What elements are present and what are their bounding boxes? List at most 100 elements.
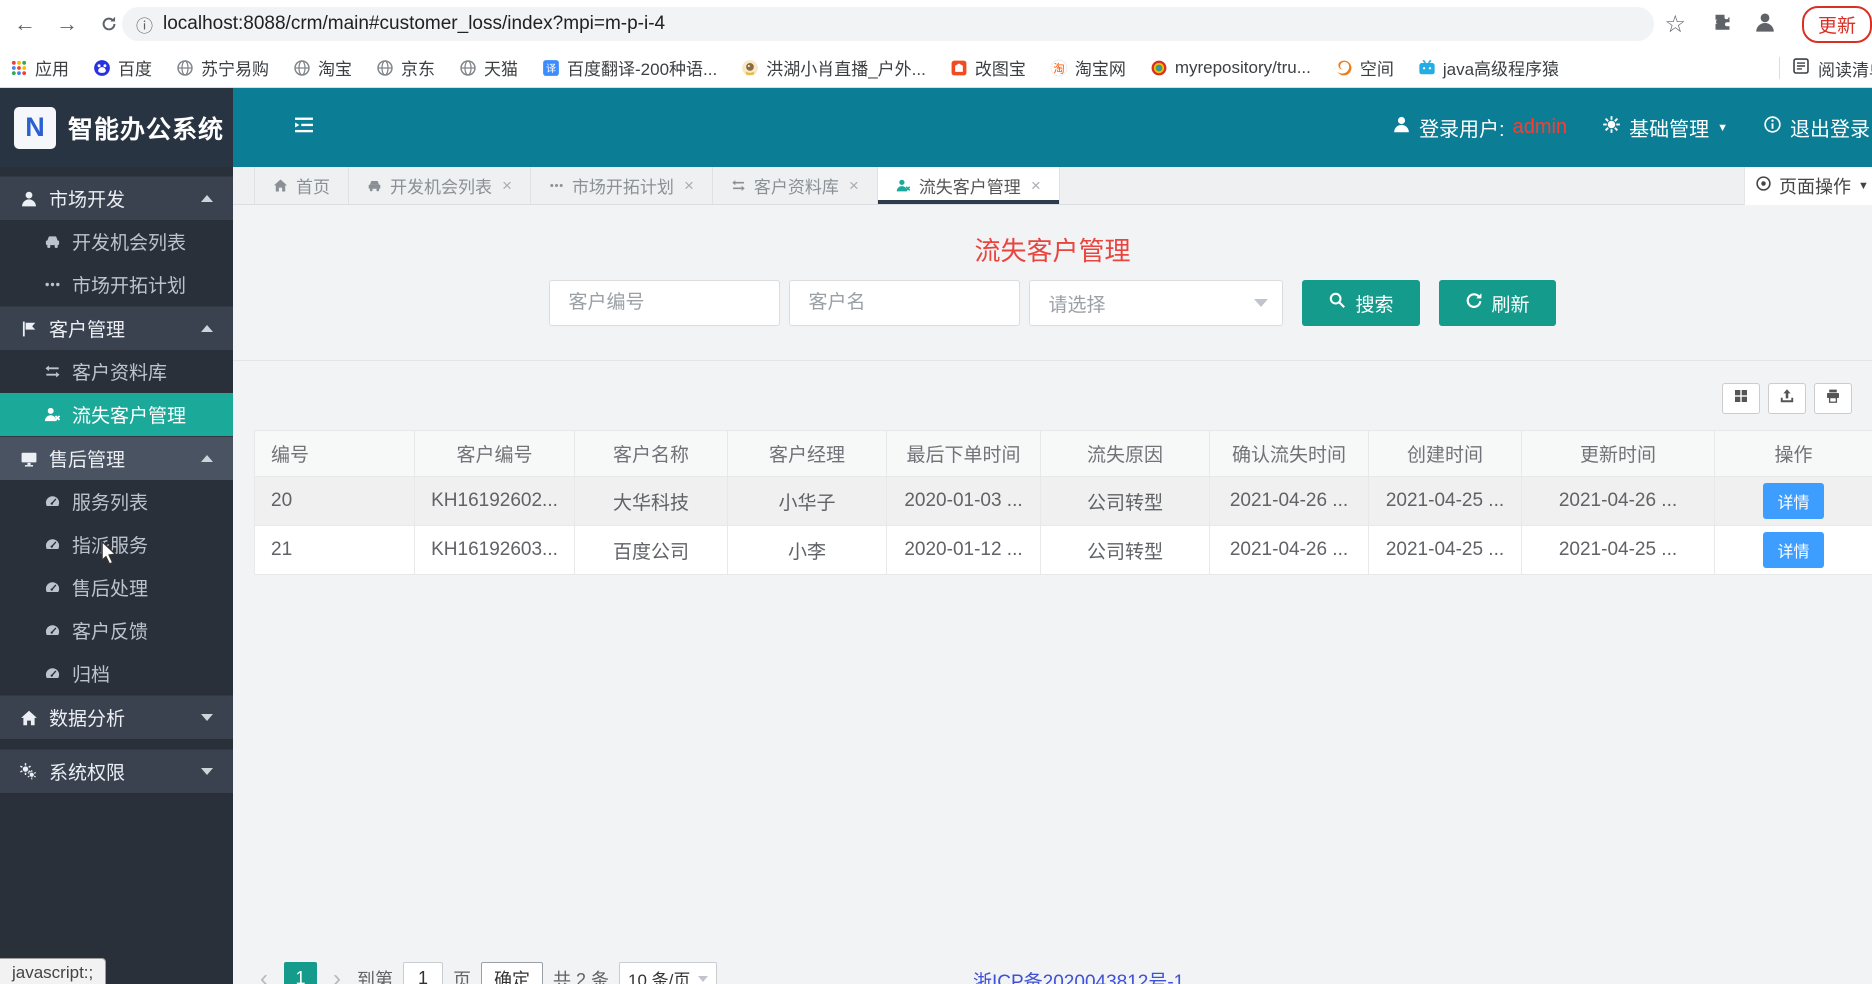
tab-label: 客户资料库 bbox=[753, 178, 839, 197]
sidebar-item-customer-database[interactable]: 客户资料库 bbox=[0, 350, 233, 393]
search-button[interactable]: 搜索 bbox=[1302, 280, 1420, 326]
bookmark-jd[interactable]: 京东 bbox=[376, 55, 435, 80]
desktop-icon bbox=[20, 450, 38, 468]
sidebar-item-label: 服务列表 bbox=[72, 493, 149, 514]
page-jump-input[interactable] bbox=[403, 962, 443, 984]
chevron-up-icon bbox=[201, 195, 213, 202]
address-bar[interactable]: ⓘ localhost:8088/crm/main#customer_loss/… bbox=[122, 7, 1654, 41]
bookmark-suning[interactable]: 苏宁易购 bbox=[176, 55, 269, 80]
sidebar-toggle-icon[interactable] bbox=[293, 114, 315, 141]
sidebar-item-opportunity-list[interactable]: 开发机会列表 bbox=[0, 220, 233, 263]
table-cell: 2021-04-25 ... bbox=[1368, 476, 1522, 526]
globe-icon bbox=[293, 59, 311, 77]
tab-opportunity-list[interactable]: 开发机会列表 × bbox=[349, 167, 531, 204]
main-content: 流失客户管理 请选择 搜索 刷新 bbox=[233, 205, 1872, 984]
icp-link[interactable]: 浙ICP备2020043812号-1 bbox=[973, 967, 1184, 984]
sidebar-item-customer-management[interactable]: 客户管理 bbox=[0, 306, 233, 350]
mouse-cursor bbox=[101, 540, 118, 566]
print-button[interactable] bbox=[1814, 383, 1852, 414]
sidebar-item-market-plan[interactable]: 市场开拓计划 bbox=[0, 263, 233, 306]
bookmark-baidu-translate[interactable]: 译百度翻译-200种语... bbox=[542, 55, 717, 80]
sidebar-item-system-permissions[interactable]: 系统权限 bbox=[0, 749, 233, 793]
loss-reason-select[interactable]: 请选择 bbox=[1029, 280, 1284, 326]
table-cell: 2021-04-25 ... bbox=[1521, 525, 1715, 575]
sidebar-item-label: 流失客户管理 bbox=[72, 406, 187, 427]
tab-home[interactable]: 首页 bbox=[254, 167, 349, 204]
tab-label: 开发机会列表 bbox=[390, 178, 492, 197]
bookmark-java-programmer[interactable]: java高级程序猿 bbox=[1418, 55, 1559, 80]
chrome-update-button[interactable]: 更新 bbox=[1801, 5, 1872, 43]
tab-customer-database[interactable]: 客户资料库 × bbox=[713, 167, 878, 204]
gauge-icon bbox=[44, 622, 61, 639]
export-button[interactable] bbox=[1768, 383, 1806, 414]
divider bbox=[233, 360, 1872, 361]
bookmarks-bar-items: 应用 百度 苏宁易购 淘宝 京东 天猫 译百度翻译-200种语... 洪湖小肖直播_户外...… bbox=[10, 55, 1583, 80]
app-logo: N 智能办公系统 bbox=[0, 88, 233, 167]
card-view-button[interactable] bbox=[1722, 383, 1760, 414]
close-icon[interactable]: × bbox=[502, 176, 512, 196]
sidebar-item-label: 售后管理 bbox=[49, 450, 126, 471]
tab-label: 市场开拓计划 bbox=[571, 178, 674, 197]
sidebar-item-label: 市场开拓计划 bbox=[72, 276, 187, 297]
rings-icon bbox=[1150, 59, 1168, 77]
column-header: 客户经理 bbox=[727, 430, 887, 477]
site-info-icon[interactable]: ⓘ bbox=[136, 12, 153, 37]
exchange-icon bbox=[731, 178, 746, 193]
sidebar-item-aftersales-handling[interactable]: 售后处理 bbox=[0, 566, 233, 609]
customer-no-input[interactable] bbox=[549, 280, 781, 326]
app-title: 智能办公系统 bbox=[68, 115, 225, 144]
tab-market-plan[interactable]: 市场开拓计划 × bbox=[531, 167, 713, 204]
bookmark-apps[interactable]: 应用 bbox=[10, 55, 69, 80]
reload-icon[interactable] bbox=[92, 7, 126, 41]
table-cell: 2020-01-03 ... bbox=[886, 476, 1041, 526]
sidebar-item-data-analysis[interactable]: 数据分析 bbox=[0, 695, 233, 739]
detail-button[interactable]: 详情 bbox=[1763, 483, 1824, 519]
close-icon[interactable]: × bbox=[1031, 176, 1041, 196]
paw-icon bbox=[93, 59, 111, 77]
sidebar-item-customer-feedback[interactable]: 客户反馈 bbox=[0, 609, 233, 652]
bookmark-taobao[interactable]: 淘宝 bbox=[293, 55, 352, 80]
column-header: 确认流失时间 bbox=[1209, 430, 1369, 477]
extensions-icon[interactable] bbox=[1712, 12, 1732, 37]
bookmark-tmall[interactable]: 天猫 bbox=[459, 55, 518, 80]
reading-list-button[interactable]: 阅读清单 bbox=[1792, 56, 1872, 81]
close-icon[interactable]: × bbox=[684, 176, 694, 196]
export-icon bbox=[1779, 388, 1795, 409]
refresh-button[interactable]: 刷新 bbox=[1438, 280, 1556, 326]
close-icon[interactable]: × bbox=[849, 176, 859, 196]
bookmark-baidu[interactable]: 百度 bbox=[93, 55, 152, 80]
confirm-button[interactable]: 确定 bbox=[481, 962, 543, 984]
search-button-label: 搜索 bbox=[1355, 294, 1394, 316]
logout-button[interactable]: 退出登录 bbox=[1763, 113, 1870, 142]
sidebar-item-archive[interactable]: 归档 bbox=[0, 652, 233, 695]
globe-icon bbox=[376, 59, 394, 77]
bookmark-taobao-net[interactable]: 淘淘宝网 bbox=[1050, 55, 1126, 80]
sidebar-item-service-list[interactable]: 服务列表 bbox=[0, 480, 233, 523]
page-operations-button[interactable]: 页面操作 ▼ bbox=[1744, 167, 1872, 205]
jump-label: 到第 bbox=[357, 969, 393, 984]
browser-toolbar: ← → ⓘ localhost:8088/crm/main#customer_l… bbox=[0, 0, 1872, 48]
tab-lost-customer-management[interactable]: 流失客户管理 × bbox=[877, 167, 1060, 204]
sidebar-item-aftersales-management[interactable]: 售后管理 bbox=[0, 436, 233, 480]
bookmark-qzone[interactable]: 空间 bbox=[1335, 55, 1394, 80]
bookmark-star-icon[interactable]: ☆ bbox=[1664, 10, 1686, 39]
bookmark-honghu-live[interactable]: 洪湖小肖直播_户外... bbox=[741, 55, 926, 80]
prev-page-icon[interactable]: ‹ bbox=[254, 965, 274, 984]
forward-icon[interactable]: → bbox=[50, 7, 84, 41]
sidebar-item-label: 售后处理 bbox=[72, 579, 149, 600]
tv-icon bbox=[1418, 59, 1436, 77]
detail-button[interactable]: 详情 bbox=[1763, 532, 1824, 568]
sidebar-item-lost-customer-management[interactable]: 流失客户管理 bbox=[0, 393, 233, 436]
next-page-icon[interactable]: › bbox=[327, 965, 347, 984]
bookmark-myrepository[interactable]: myrepository/tru... bbox=[1150, 58, 1311, 78]
customer-name-input[interactable] bbox=[789, 280, 1021, 326]
profile-avatar-icon[interactable] bbox=[1754, 11, 1776, 38]
column-header: 最后下单时间 bbox=[886, 430, 1041, 477]
page-number-button[interactable]: 1 bbox=[284, 962, 317, 984]
bookmark-gaitubao[interactable]: 改图宝 bbox=[950, 55, 1026, 80]
page-size-select[interactable]: 10 条/页 bbox=[619, 962, 718, 984]
sidebar-item-market-development[interactable]: 市场开发 bbox=[0, 176, 233, 220]
back-icon[interactable]: ← bbox=[8, 7, 42, 41]
base-management-menu[interactable]: 基础管理 ▼ bbox=[1602, 113, 1728, 142]
chevron-up-icon bbox=[201, 325, 213, 332]
